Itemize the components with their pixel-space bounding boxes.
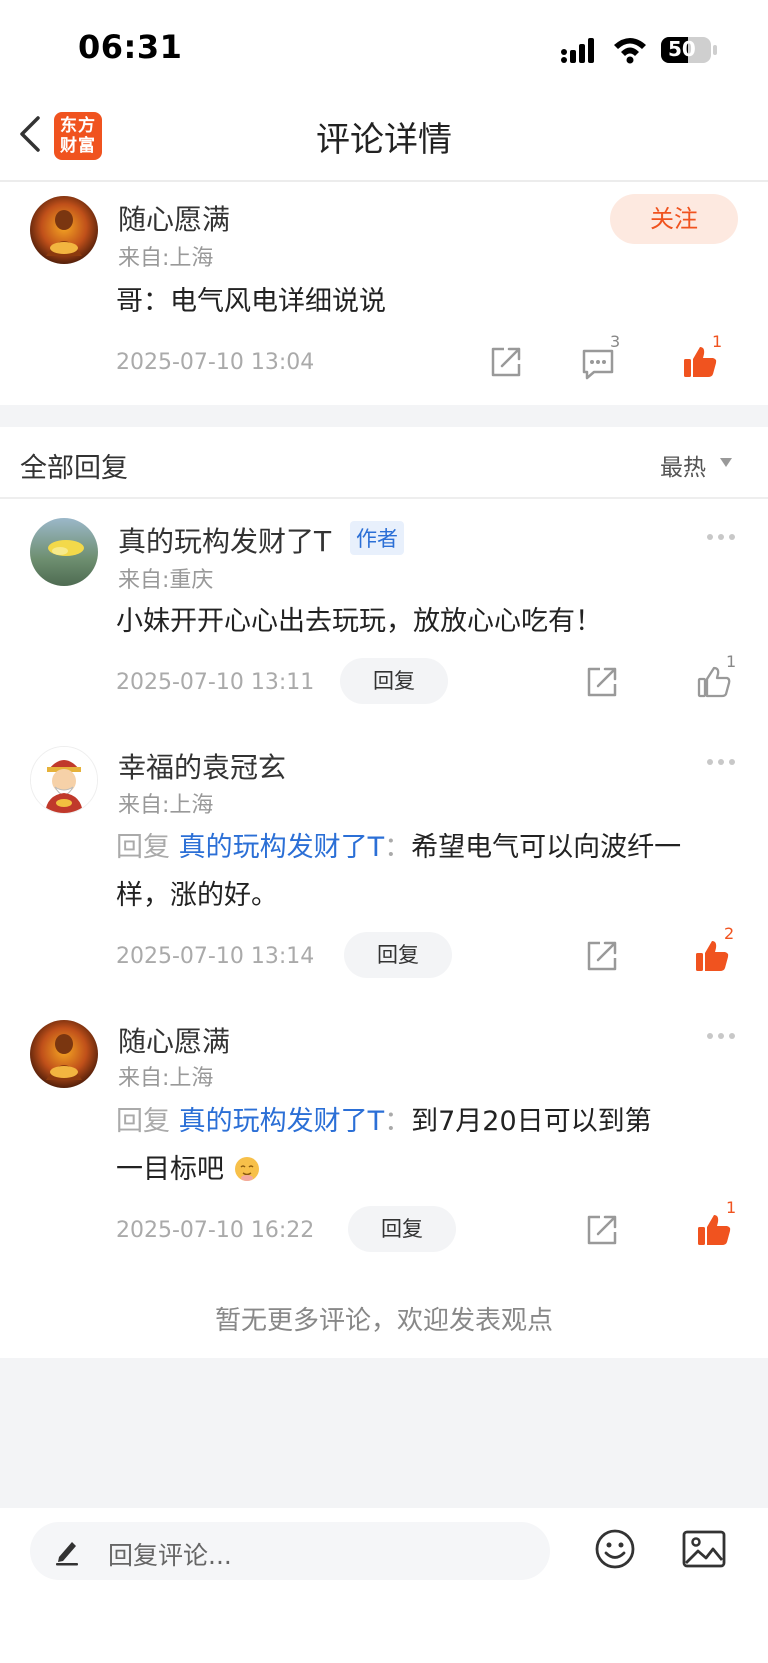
reply-location: 来自:重庆 (118, 568, 214, 593)
comment-icon[interactable] (580, 346, 616, 382)
reply-text-line2: 样，涨的好。 (116, 880, 278, 911)
reply-prefix: 回复 (116, 832, 170, 863)
comment-content: 哥：电气风电详细说说 (116, 286, 386, 317)
battery-level: 50 (668, 37, 696, 61)
comment-location: 来自:上海 (118, 246, 214, 271)
caret-down-icon[interactable] (720, 458, 732, 468)
share-icon[interactable] (488, 344, 524, 380)
no-more-comments: 暂无更多评论，欢迎发表观点 (214, 1306, 553, 1336)
avatar[interactable] (30, 196, 98, 264)
reply-button[interactable]: 回复 (340, 658, 448, 704)
more-icon[interactable] (706, 533, 736, 541)
reply-content: 小妹开开心心出去玩玩，放放心心吃有！ (116, 606, 602, 637)
reply-input-placeholder[interactable]: 回复评论... (108, 1536, 232, 1572)
like-filled-icon[interactable] (694, 938, 730, 974)
like-count: 2 (724, 924, 735, 943)
section-divider (0, 497, 768, 499)
section-separator (0, 405, 768, 427)
like-count: 1 (712, 332, 723, 351)
wifi-icon (614, 38, 646, 64)
reply-button[interactable]: 回复 (348, 1206, 456, 1252)
reply-content: 回复 真的玩构发财了T：到7月20日可以到第 一目标吧 (116, 1098, 744, 1194)
like-count: 1 (726, 652, 737, 671)
reply-location: 来自:上海 (118, 793, 214, 818)
comment-author[interactable]: 随心愿满 (118, 198, 230, 238)
cellular-signal-icon (561, 38, 594, 63)
reply-author[interactable]: 幸福的袁冠玄 (118, 746, 286, 786)
share-icon[interactable] (584, 938, 620, 974)
more-icon[interactable] (706, 758, 736, 766)
reply-count: 3 (610, 332, 621, 351)
avatar[interactable] (30, 746, 98, 814)
like-filled-icon[interactable] (696, 1212, 732, 1248)
reply-timestamp: 2025-07-10 13:11 (116, 670, 315, 695)
reply-text-line2: 一目标吧 (116, 1154, 224, 1185)
emoji-icon[interactable] (594, 1528, 636, 1570)
reply-prefix: 回复 (116, 1106, 170, 1137)
follow-button[interactable]: 关注 (610, 194, 738, 244)
reply-text-line1: 到7月20日可以到第 (411, 1106, 652, 1137)
reply-to-user[interactable]: 真的玩构发财了T (179, 832, 385, 863)
reply-timestamp: 2025-07-10 13:14 (116, 944, 315, 969)
battery-icon: 50 (660, 36, 718, 64)
image-icon[interactable] (682, 1530, 726, 1568)
reply-to-user[interactable]: 真的玩构发财了T (179, 1106, 385, 1137)
status-time: 06:31 (78, 28, 183, 66)
empty-area (0, 1358, 768, 1508)
nav-divider (0, 180, 768, 182)
more-icon[interactable] (706, 1032, 736, 1040)
reply-location: 来自:上海 (118, 1066, 214, 1091)
reply-author[interactable]: 真的玩构发财了T (118, 520, 331, 560)
reply-text-line1: 希望电气可以向波纤一 (411, 832, 682, 863)
comment-timestamp: 2025-07-10 13:04 (116, 350, 315, 375)
pen-icon (56, 1542, 78, 1566)
reply-content: 回复 真的玩构发财了T：希望电气可以向波纤一 样，涨的好。 (116, 824, 744, 920)
reply-colon: ： (384, 1106, 412, 1137)
like-count: 1 (726, 1198, 737, 1217)
all-replies-title: 全部回复 (20, 453, 128, 484)
shy-smile-emoji-icon (234, 1157, 259, 1181)
sort-dropdown[interactable]: 最热 (660, 448, 706, 482)
reply-author[interactable]: 随心愿满 (118, 1020, 230, 1060)
author-badge: 作者 (350, 521, 404, 555)
comment-detail-screen: 06:31 50 东方 财富 评论详情 随心愿满 来自:上海 关注 哥：电气风电… (0, 0, 768, 1663)
avatar[interactable] (30, 1020, 98, 1088)
share-icon[interactable] (584, 664, 620, 700)
share-icon[interactable] (584, 1212, 620, 1248)
page-title: 评论详情 (316, 120, 452, 160)
reply-colon: ： (384, 832, 412, 863)
avatar[interactable] (30, 518, 98, 586)
reply-button[interactable]: 回复 (344, 932, 452, 978)
reply-timestamp: 2025-07-10 16:22 (116, 1218, 315, 1243)
